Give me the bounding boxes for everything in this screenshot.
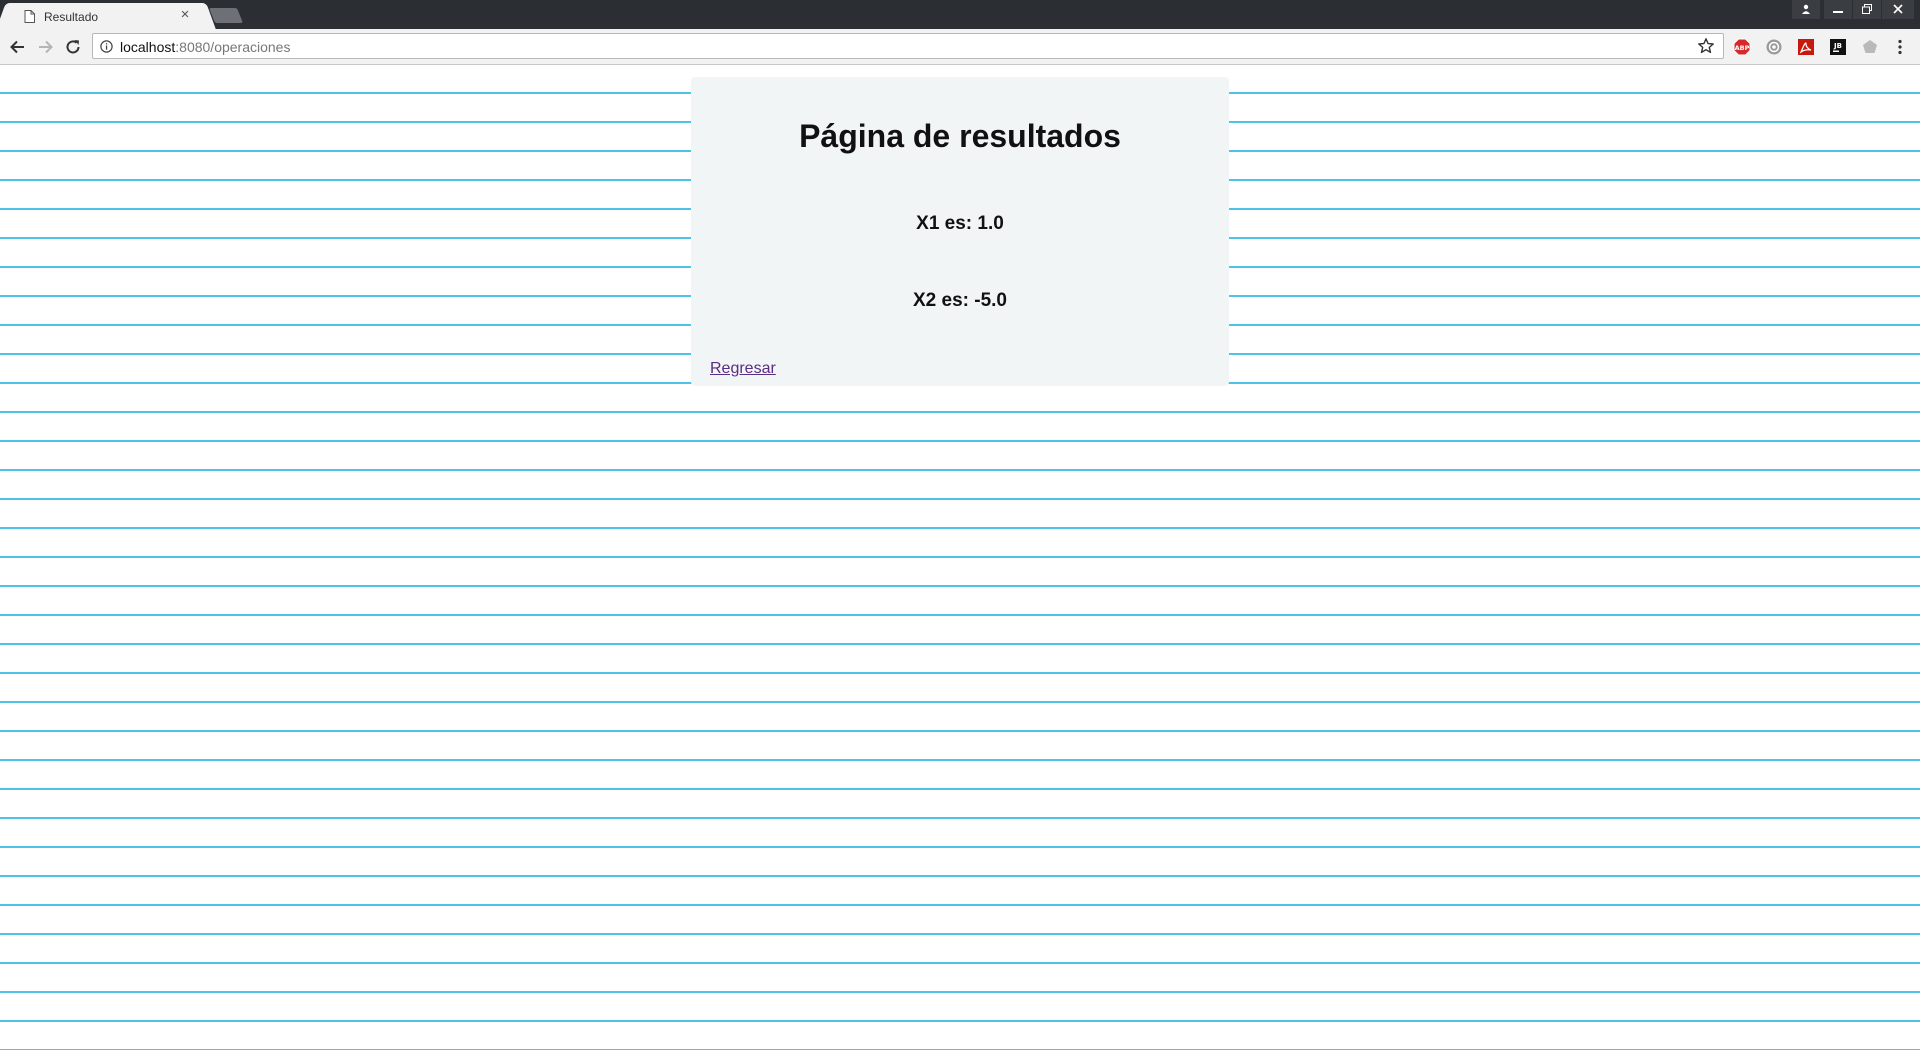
restore-window-button[interactable] [1853, 0, 1881, 19]
bookmark-star-icon[interactable] [1697, 37, 1715, 55]
browser-menu-icon[interactable] [1893, 38, 1907, 56]
close-window-button[interactable] [1882, 0, 1914, 19]
user-profile-icon[interactable] [1792, 0, 1820, 19]
results-card: Página de resultados X1 es: 1.0 X2 es: -… [691, 77, 1229, 386]
new-tab-button[interactable] [208, 8, 244, 23]
reload-icon[interactable] [63, 37, 83, 57]
forward-arrow-icon[interactable] [35, 37, 55, 57]
x1-result: X1 es: 1.0 [916, 213, 1004, 234]
tab-title: Resultado [44, 10, 99, 24]
page-icon [24, 10, 35, 23]
tab-close-icon[interactable]: × [178, 7, 192, 22]
browser-title-bar: Resultado × [0, 0, 1920, 29]
page-content: Página de resultados X1 es: 1.0 X2 es: -… [0, 65, 1920, 1050]
url-text[interactable]: localhost:8080/operaciones [120, 39, 290, 55]
jb-extension-icon[interactable]: JB [1829, 38, 1847, 56]
settings-extension-icon[interactable] [1765, 38, 1783, 56]
url-host: localhost [120, 39, 176, 55]
address-bar[interactable]: localhost:8080/operaciones [92, 33, 1724, 59]
adblock-plus-icon[interactable]: ABP [1733, 38, 1751, 56]
back-link[interactable]: Regresar [710, 360, 776, 378]
url-path: :8080/operaciones [175, 39, 291, 55]
svg-text:JB: JB [1833, 42, 1842, 50]
browser-toolbar: localhost:8080/operaciones ABP JB [0, 29, 1920, 65]
acrobat-icon[interactable] [1797, 38, 1815, 56]
site-info-icon[interactable] [100, 40, 113, 53]
browser-tab-active[interactable]: Resultado × [8, 3, 204, 29]
shield-extension-icon[interactable] [1861, 38, 1879, 56]
x2-result: X2 es: -5.0 [913, 290, 1007, 311]
svg-text:ABP: ABP [1735, 44, 1750, 52]
back-arrow-icon[interactable] [8, 37, 28, 57]
page-title: Página de resultados [799, 118, 1121, 154]
minimize-window-button[interactable] [1824, 0, 1852, 19]
